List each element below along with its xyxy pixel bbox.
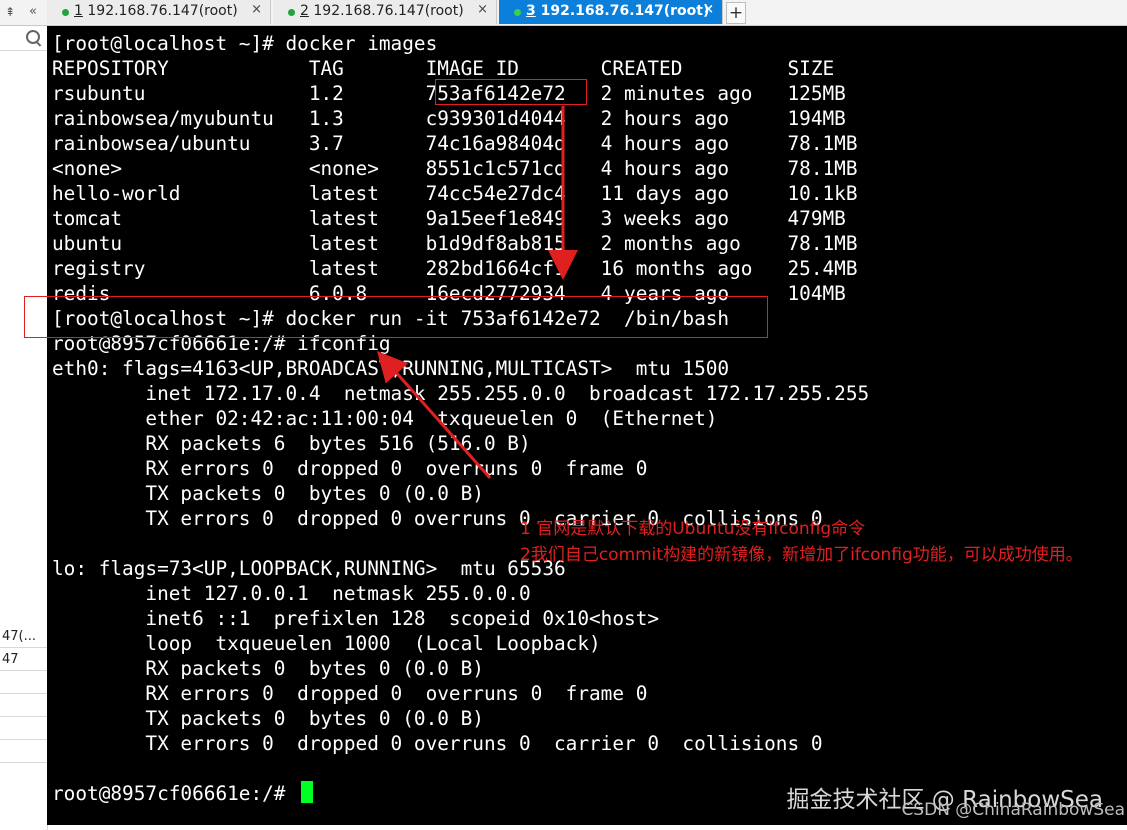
watermark-csdn: CSDN @ChinaRainbowSea (901, 800, 1125, 820)
annotation-note-1: 1 官网是默认下载的Ubuntu没有ifconfig命令 (520, 519, 866, 539)
annotation-note-2: 2我们自己commit构建的新镜像，新增加了ifconfig功能，可以成功使用。 (520, 545, 1083, 565)
arrow-to-ifconfig (377, 351, 492, 479)
annotation-arrows (377, 106, 578, 479)
